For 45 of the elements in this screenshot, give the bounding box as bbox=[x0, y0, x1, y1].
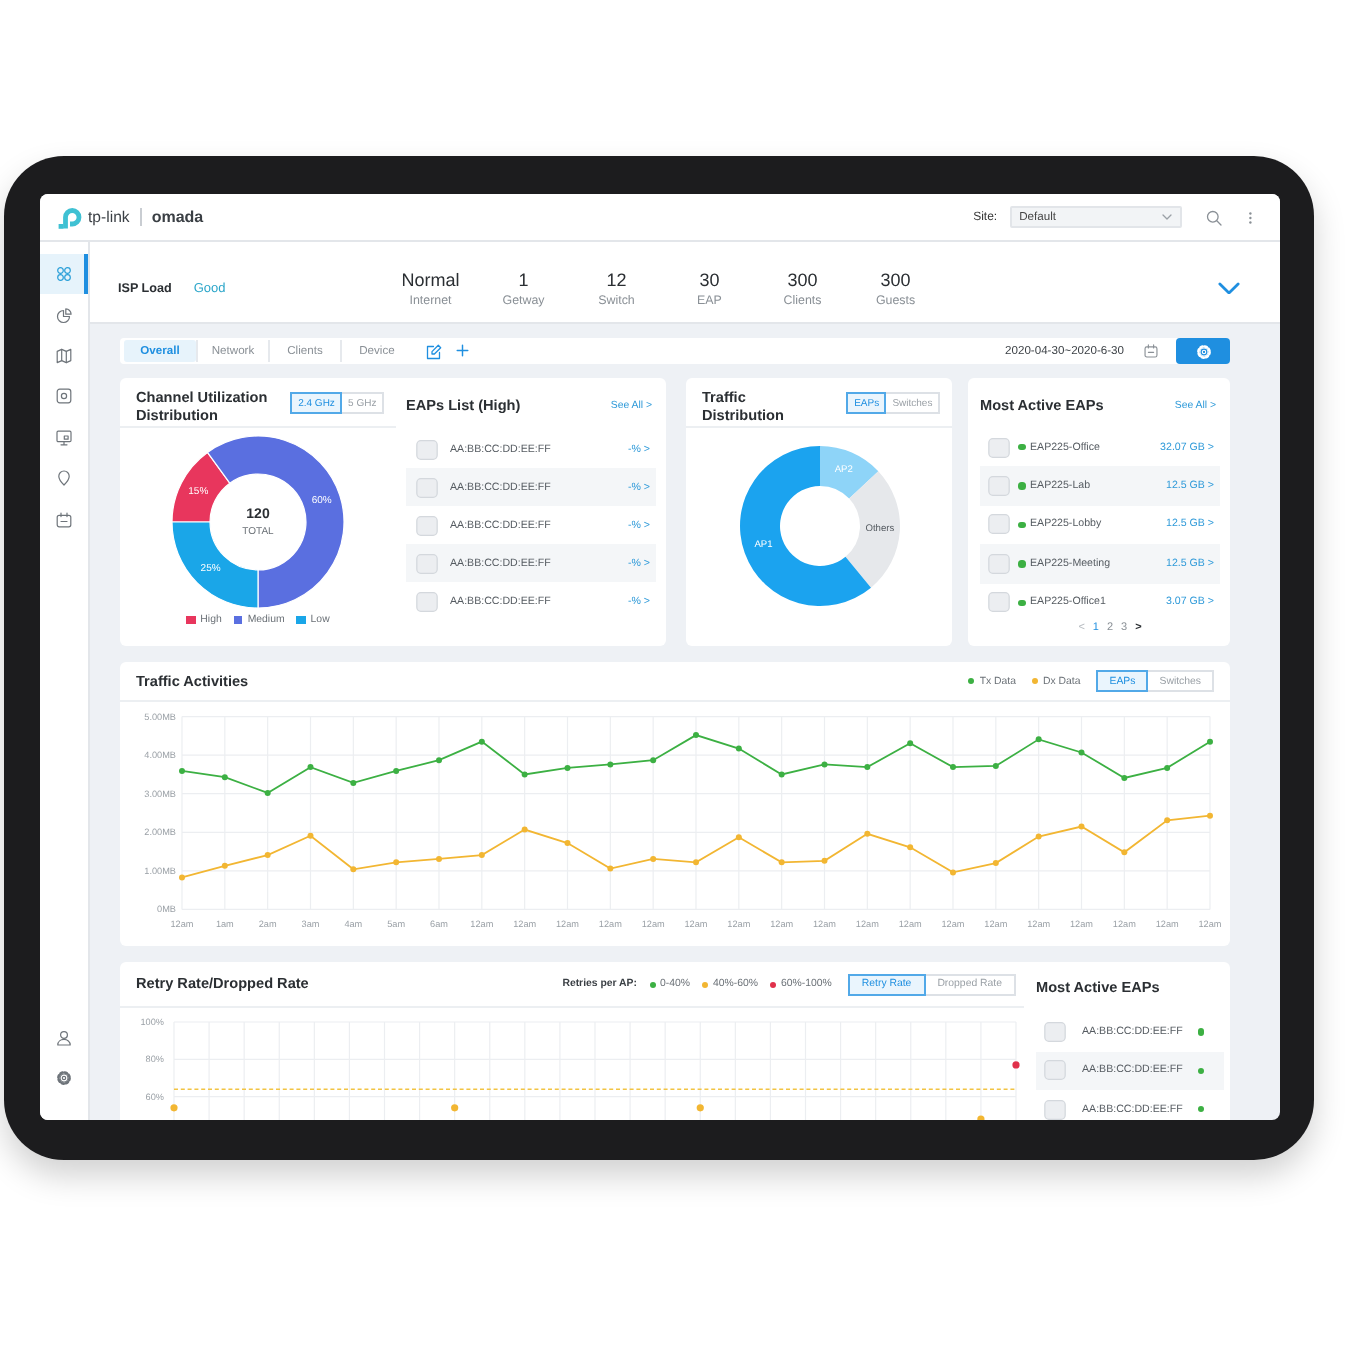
sidebar-item[interactable] bbox=[40, 254, 88, 295]
monitor-icon bbox=[56, 429, 72, 446]
user-icon bbox=[56, 1029, 72, 1046]
device-icon bbox=[416, 515, 438, 535]
data-point bbox=[696, 1104, 704, 1112]
caret-icon bbox=[1161, 214, 1172, 220]
device-icon bbox=[416, 477, 438, 497]
device-icon bbox=[988, 514, 1010, 535]
data-point bbox=[451, 1104, 459, 1112]
product-name: omada bbox=[151, 208, 204, 226]
device-icon bbox=[988, 553, 1010, 574]
device-icon bbox=[988, 592, 1010, 613]
device-icon bbox=[1044, 1099, 1066, 1120]
square-circle-icon bbox=[56, 388, 72, 405]
device-icon bbox=[416, 553, 438, 573]
search-icon[interactable] bbox=[1205, 209, 1222, 225]
settings-icon bbox=[56, 1070, 72, 1086]
device-icon bbox=[988, 437, 1010, 458]
edit-icon[interactable] bbox=[426, 343, 442, 359]
stat-value: 12 bbox=[606, 269, 627, 289]
device-icon bbox=[416, 591, 438, 611]
stat-value: 300 bbox=[787, 269, 818, 289]
stat-value: Normal bbox=[401, 269, 460, 289]
calendar-icon[interactable] bbox=[1144, 344, 1158, 358]
chevron-down-icon[interactable] bbox=[1218, 281, 1240, 295]
stat-value: 300 bbox=[880, 269, 911, 289]
data-point bbox=[170, 1104, 178, 1112]
plus-icon[interactable] bbox=[456, 344, 469, 358]
logo-icon bbox=[58, 205, 82, 229]
grid-icon bbox=[56, 266, 72, 283]
stat-value: 1 bbox=[518, 269, 529, 289]
device-icon bbox=[416, 439, 438, 459]
location-pin-icon bbox=[56, 470, 72, 487]
device-icon bbox=[988, 476, 1010, 497]
more-menu-icon[interactable] bbox=[1247, 209, 1252, 225]
settings-icon bbox=[1195, 343, 1211, 359]
data-point bbox=[977, 1115, 985, 1120]
settings-button[interactable] bbox=[1176, 338, 1230, 364]
pie-chart-icon bbox=[56, 307, 72, 324]
device-icon bbox=[1044, 1060, 1066, 1081]
device-icon bbox=[1044, 1022, 1066, 1043]
calendar-icon bbox=[56, 511, 72, 528]
map-icon bbox=[56, 347, 72, 364]
data-point bbox=[1012, 1061, 1020, 1069]
stat-value: 30 bbox=[699, 269, 720, 289]
